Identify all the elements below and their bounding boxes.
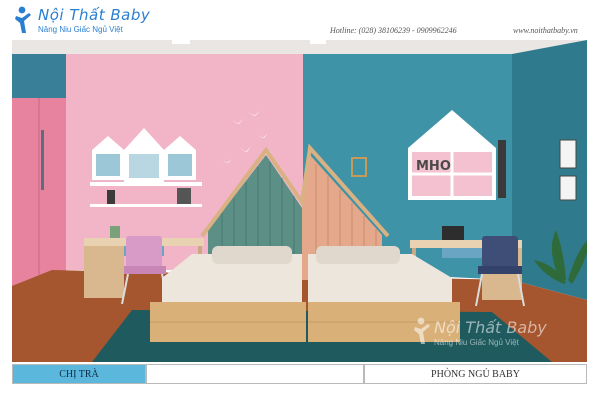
watermark-title: Nội Thất Baby	[434, 318, 547, 337]
room-type-label: PHÒNG NGỦ BABY	[364, 364, 587, 384]
customer-name-label: CHỊ TRÀ	[12, 364, 146, 384]
shelf-letters: MHO	[416, 159, 451, 174]
site-header: Nội Thất Baby Nâng Niu Giấc Ngủ Việt Hot…	[0, 0, 600, 40]
bedroom-render-image: MHO Nội Thất Baby Nâng Niu Giấc Ngủ Việt	[12, 40, 587, 362]
ceiling	[12, 40, 587, 54]
wall-frame	[559, 175, 577, 201]
watermark-slogan: Nâng Niu Giấc Ngủ Việt	[434, 338, 520, 347]
brand-slogan: Nâng Niu Giấc Ngủ Việt	[38, 25, 123, 34]
website-link[interactable]: www.noithatbaby.vn	[513, 26, 578, 35]
wardrobe-top-cabinet	[12, 54, 66, 98]
caption-bar: CHỊ TRÀ PHÒNG NGỦ BABY	[12, 364, 587, 386]
brand-title: Nội Thất Baby	[38, 6, 151, 24]
wall-frame	[559, 139, 577, 169]
hotline-text: Hotline: (028) 38106239 - 0909962246	[330, 26, 457, 35]
ceiling-light	[310, 40, 326, 44]
ceiling-light	[172, 40, 190, 44]
child-figure-icon	[15, 6, 31, 33]
caption-spacer	[146, 364, 364, 384]
brand-logo[interactable]: Nội Thất Baby Nâng Niu Giấc Ngủ Việt	[14, 5, 164, 37]
